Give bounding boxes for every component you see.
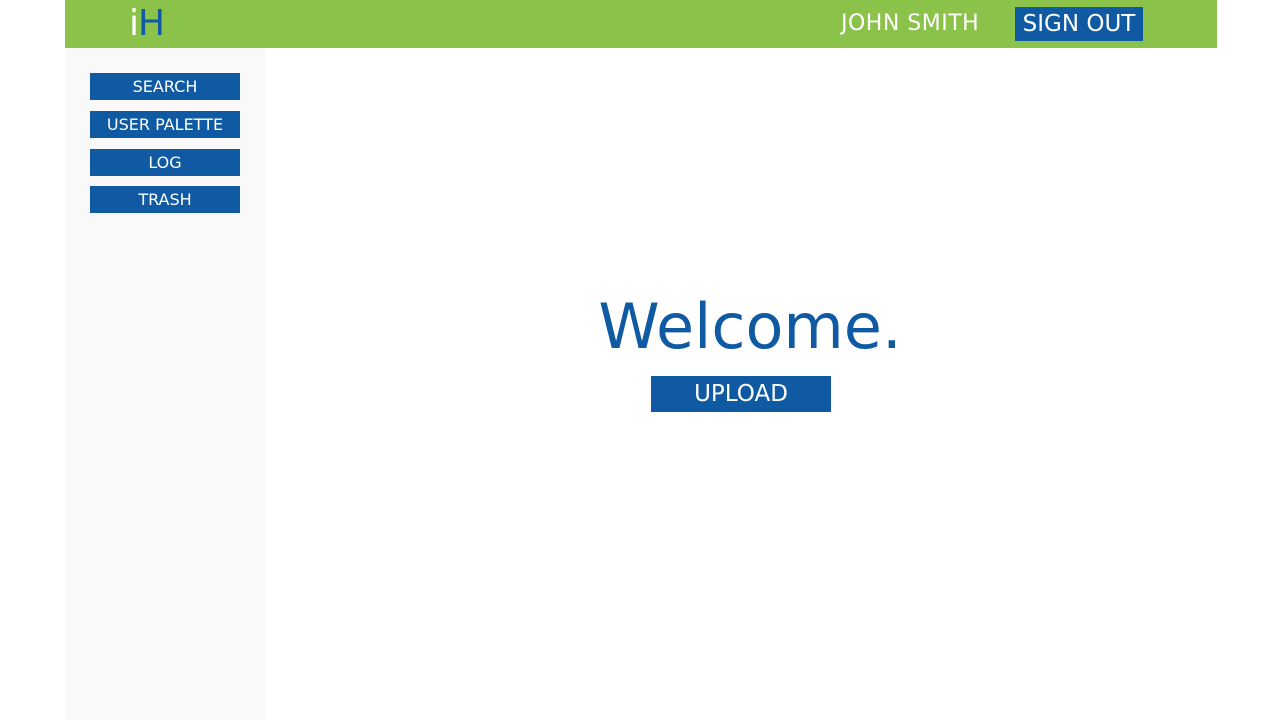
app-window: iH JOHN SMITH SIGN OUT SEARCH USER PALET…: [65, 0, 1217, 720]
sign-out-button[interactable]: SIGN OUT: [1015, 7, 1143, 41]
sidebar-item-search[interactable]: SEARCH: [90, 73, 240, 100]
sidebar-item-user-palette[interactable]: USER PALETTE: [90, 111, 240, 138]
user-name: JOHN SMITH: [841, 11, 980, 36]
logo-letter-i: i: [129, 3, 139, 44]
sidebar-item-trash[interactable]: TRASH: [90, 186, 240, 213]
main-content: Welcome. UPLOAD: [265, 48, 1217, 720]
sidebar: SEARCH USER PALETTE LOG TRASH: [65, 48, 265, 720]
app-logo[interactable]: iH: [129, 2, 165, 46]
top-bar: iH JOHN SMITH SIGN OUT: [65, 0, 1217, 48]
welcome-heading: Welcome.: [598, 290, 902, 363]
sidebar-item-log[interactable]: LOG: [90, 149, 240, 176]
logo-letter-h: H: [138, 3, 165, 44]
upload-button[interactable]: UPLOAD: [651, 376, 831, 412]
